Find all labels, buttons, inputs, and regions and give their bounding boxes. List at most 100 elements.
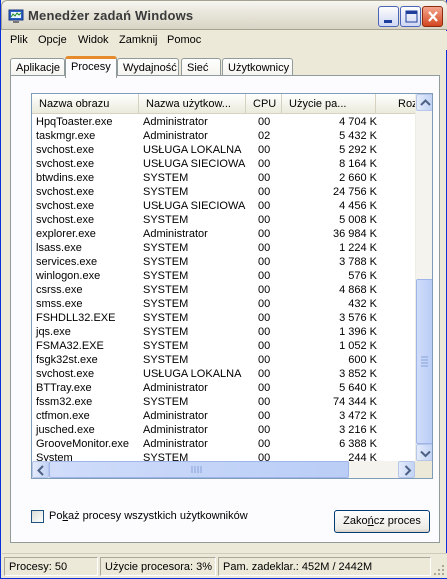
- column-header-image-name[interactable]: Nazwa obrazu: [32, 94, 139, 113]
- process-cpu-cell: 00: [258, 242, 271, 254]
- process-name-cell: jusched.exe: [36, 424, 95, 436]
- menu-options[interactable]: Opcje: [38, 34, 67, 46]
- process-name-cell: services.exe: [36, 256, 98, 268]
- scroll-up-button[interactable]: [416, 94, 432, 111]
- process-name-cell: btwdins.exe: [36, 172, 95, 184]
- scroll-down-button[interactable]: [416, 444, 432, 461]
- scroll-right-button[interactable]: [398, 461, 415, 478]
- table-row[interactable]: winlogon.exe SYSTEM 00 576 K: [32, 269, 415, 283]
- show-all-processes-label: Pokaż procesy wszystkich użytkowników: [49, 510, 248, 522]
- minimize-icon: [384, 20, 392, 23]
- process-name-cell: jqs.exe: [36, 326, 71, 338]
- table-row[interactable]: smss.exe SYSTEM 00 432 K: [32, 297, 415, 311]
- table-row[interactable]: GrooveMonitor.exe Administrator 00 6 388 K: [32, 437, 415, 451]
- minimize-button[interactable]: [378, 6, 399, 27]
- processes-panel: Nazwa obrazu Nazwa użytkow... CPU Użycie…: [10, 75, 440, 543]
- arrow-down-icon: [420, 450, 431, 458]
- arrow-left-icon: [37, 465, 44, 476]
- process-name-cell: FSHDLL32.EXE: [36, 312, 116, 324]
- process-rows: HpqToaster.exe Administrator 00 4 704 Ktask…: [32, 115, 415, 478]
- table-row[interactable]: taskmgr.exe Administrator 02 5 432 K: [32, 129, 415, 143]
- process-mem-cell: 3 472 K: [339, 410, 377, 422]
- process-mem-cell: 5 640 K: [339, 382, 377, 394]
- process-cpu-cell: 00: [258, 200, 271, 212]
- scroll-left-button[interactable]: [32, 461, 49, 478]
- scroll-thumb[interactable]: [416, 279, 432, 444]
- horizontal-scrollbar[interactable]: [32, 461, 415, 478]
- table-row[interactable]: HpqToaster.exe Administrator 00 4 704 K: [32, 115, 415, 129]
- table-row[interactable]: services.exe SYSTEM 00 3 788 K: [32, 255, 415, 269]
- horizontal-scroll-thumb[interactable]: [49, 461, 349, 478]
- table-row[interactable]: lsass.exe SYSTEM 00 1 224 K: [32, 241, 415, 255]
- scrollbar-corner: [415, 461, 432, 478]
- process-mem-cell: 8 164 K: [339, 158, 377, 170]
- arrow-right-icon: [404, 465, 412, 476]
- process-user-cell: USŁUGA LOKALNA: [143, 144, 242, 156]
- process-cpu-cell: 00: [258, 298, 271, 310]
- process-user-cell: SYSTEM: [143, 242, 189, 254]
- process-cpu-cell: 00: [258, 382, 271, 394]
- process-mem-cell: 3 852 K: [339, 368, 377, 380]
- process-name-cell: csrss.exe: [36, 284, 83, 296]
- table-row[interactable]: fsgk32st.exe SYSTEM 00 600 K: [32, 353, 415, 367]
- process-name-cell: fssm32.exe: [36, 396, 93, 408]
- process-user-cell: Administrator: [143, 228, 208, 240]
- process-user-cell: Administrator: [143, 438, 208, 450]
- process-user-cell: Administrator: [143, 116, 208, 128]
- table-row[interactable]: jqs.exe SYSTEM 00 1 396 K: [32, 325, 415, 339]
- end-process-button[interactable]: Zakończ proces: [334, 510, 430, 533]
- table-row[interactable]: svchost.exe USŁUGA LOKALNA 00 5 292 K: [32, 143, 415, 157]
- close-button[interactable]: [422, 6, 443, 27]
- process-user-cell: SYSTEM: [143, 312, 189, 324]
- maximize-button[interactable]: [400, 6, 421, 27]
- column-header-user-name[interactable]: Nazwa użytkow...: [139, 94, 246, 113]
- table-row[interactable]: svchost.exe USŁUGA SIECIOWA 00 8 164 K: [32, 157, 415, 171]
- status-bar: Procesy: 50 Użycie procesora: 3% Pam. za…: [2, 553, 447, 578]
- menu-file[interactable]: Plik: [10, 34, 28, 46]
- table-row[interactable]: svchost.exe USŁUGA SIECIOWA 00 4 456 K: [32, 199, 415, 213]
- column-header-mem-usage[interactable]: Użycie pa...: [282, 94, 376, 113]
- title-bar[interactable]: Menedżer zadań Windows: [1, 0, 447, 30]
- table-row[interactable]: svchost.exe SYSTEM 00 24 756 K: [32, 185, 415, 199]
- process-mem-cell: 36 984 K: [332, 228, 377, 240]
- process-mem-cell: 3 788 K: [339, 256, 377, 268]
- process-mem-cell: 4 456 K: [339, 200, 377, 212]
- table-row[interactable]: btwdins.exe SYSTEM 00 2 660 K: [32, 171, 415, 185]
- process-mem-cell: 6 388 K: [339, 438, 377, 450]
- table-row[interactable]: jusched.exe Administrator 00 3 216 K: [32, 423, 415, 437]
- task-manager-window: Menedżer zadań Windows Plik Opcje Widok …: [0, 0, 447, 579]
- process-cpu-cell: 00: [258, 284, 271, 296]
- table-row[interactable]: svchost.exe SYSTEM 00 5 008 K: [32, 213, 415, 227]
- process-name-cell: svchost.exe: [36, 200, 95, 212]
- process-cpu-cell: 00: [258, 354, 271, 366]
- process-list[interactable]: Nazwa obrazu Nazwa użytkow... CPU Użycie…: [31, 93, 433, 479]
- vertical-scrollbar[interactable]: [415, 94, 432, 461]
- process-cpu-cell: 00: [258, 116, 271, 128]
- process-cpu-cell: 00: [258, 256, 271, 268]
- show-all-processes-checkbox[interactable]: [31, 510, 44, 523]
- menu-view[interactable]: Widok: [78, 34, 109, 46]
- process-mem-cell: 24 756 K: [332, 186, 377, 198]
- column-header-size[interactable]: Rozm: [376, 94, 415, 113]
- table-row[interactable]: csrss.exe SYSTEM 00 4 868 K: [32, 283, 415, 297]
- table-row[interactable]: FSHDLL32.EXE SYSTEM 00 3 576 K: [32, 311, 415, 325]
- process-user-cell: Administrator: [143, 424, 208, 436]
- process-cpu-cell: 00: [258, 424, 271, 436]
- process-user-cell: Administrator: [143, 410, 208, 422]
- menu-bar: Plik Opcje Widok Zamknij Pomoc: [2, 31, 447, 50]
- table-row[interactable]: fssm32.exe SYSTEM 00 74 344 K: [32, 395, 415, 409]
- table-row[interactable]: BTTray.exe Administrator 00 5 640 K: [32, 381, 415, 395]
- table-row[interactable]: explorer.exe Administrator 00 36 984 K: [32, 227, 415, 241]
- resize-grip-icon[interactable]: [432, 563, 445, 576]
- table-row[interactable]: svchost.exe USŁUGA LOKALNA 00 3 852 K: [32, 367, 415, 381]
- table-row[interactable]: FSMA32.EXE SYSTEM 00 1 052 K: [32, 339, 415, 353]
- process-mem-cell: 3 216 K: [339, 424, 377, 436]
- tab-processes[interactable]: Procesy: [65, 56, 117, 78]
- process-mem-cell: 5 432 K: [339, 130, 377, 142]
- column-header-cpu[interactable]: CPU: [246, 94, 282, 113]
- process-cpu-cell: 00: [258, 312, 271, 324]
- menu-help[interactable]: Pomoc: [167, 34, 201, 46]
- menu-close[interactable]: Zamknij: [119, 34, 158, 46]
- table-row[interactable]: ctfmon.exe Administrator 00 3 472 K: [32, 409, 415, 423]
- process-name-cell: svchost.exe: [36, 214, 95, 226]
